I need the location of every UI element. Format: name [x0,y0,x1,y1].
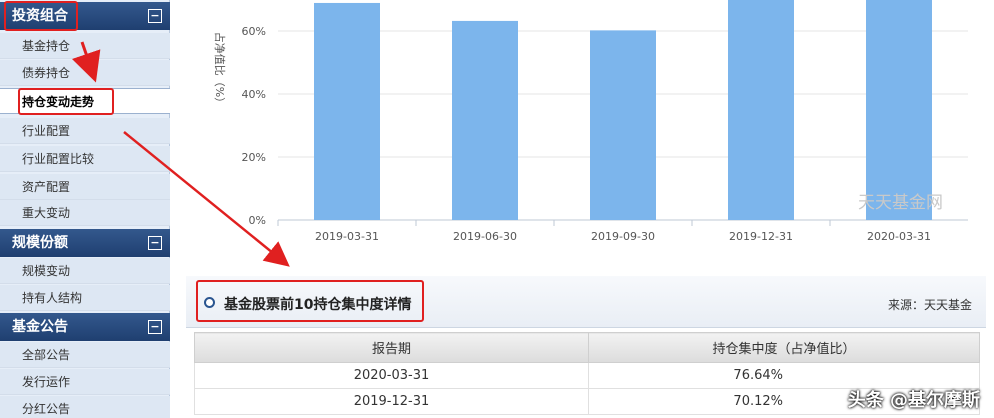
arrow-icon [123,131,290,267]
annotation-arrows [71,41,290,267]
arrow-icon [71,41,101,83]
author-credit: 头条 @基尔摩斯 [847,390,980,411]
page: 投资组合 − 基金持仓 债券持仓 持仓变动走势 行业配置 行业配置比较 资产配置… [0,0,994,418]
